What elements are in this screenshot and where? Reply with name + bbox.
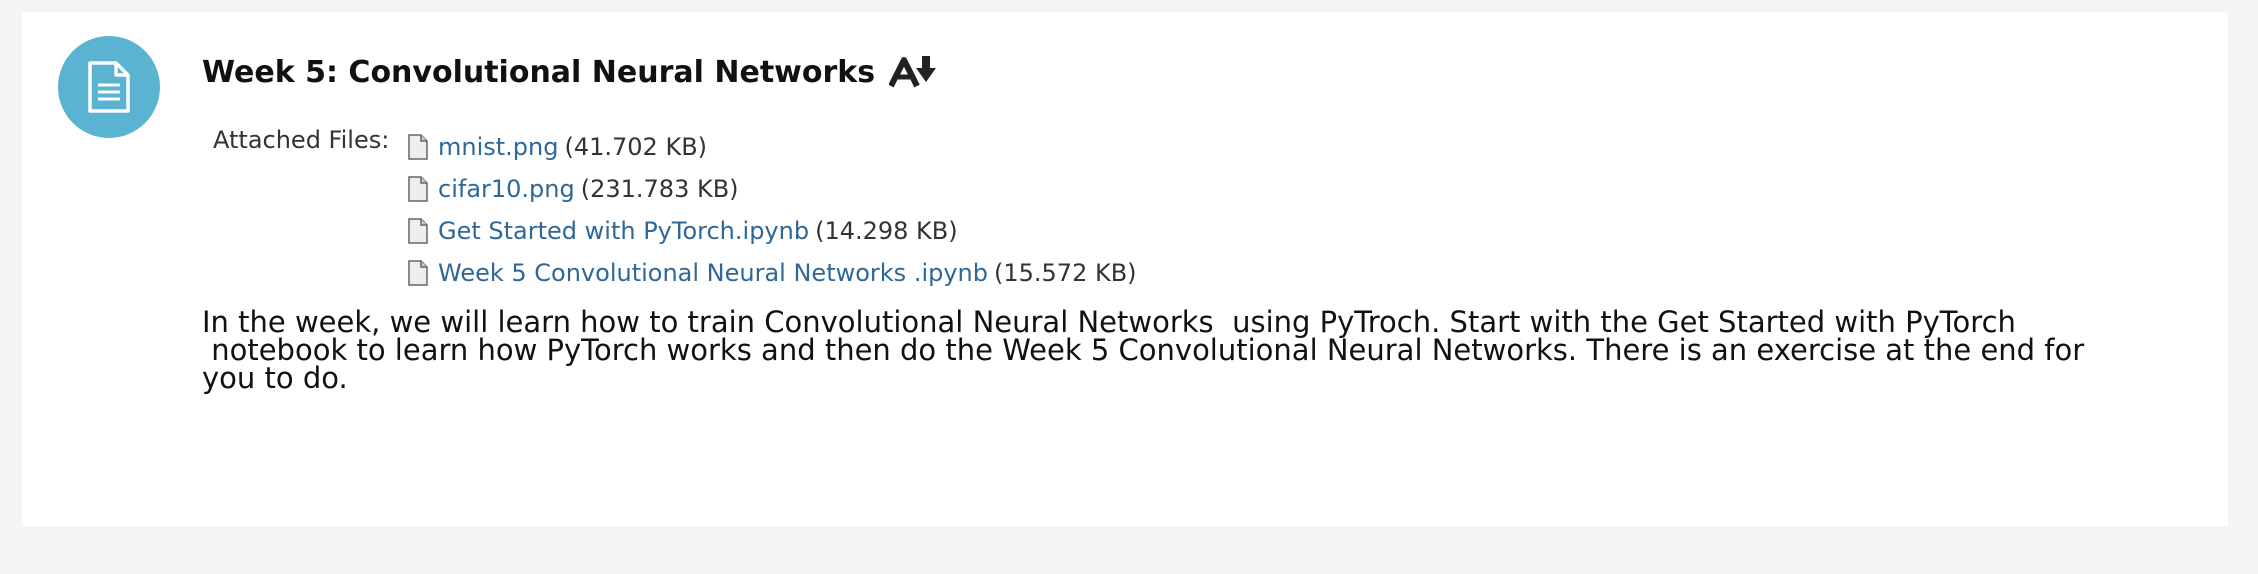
file-size: (41.702 KB) <box>564 133 708 161</box>
attached-file-item: Week 5 Convolutional Neural Networks .ip… <box>408 252 1137 294</box>
file-link-get-started[interactable]: Get Started with PyTorch.ipynb <box>438 217 809 245</box>
attached-files-label: Attached Files: <box>213 126 390 154</box>
content-item-card: Week 5: Convolutional Neural Networks At… <box>22 12 2228 526</box>
file-link-week5-notebook[interactable]: Week 5 Convolutional Neural Networks .ip… <box>438 259 988 287</box>
item-title-text: Week 5: Convolutional Neural Networks <box>202 54 876 90</box>
attached-file-item: cifar10.png (231.783 KB) <box>408 168 1137 210</box>
attached-file-item: mnist.png (41.702 KB) <box>408 126 1137 168</box>
attached-files-list: mnist.png (41.702 KB) cifar10.png (231.7… <box>408 126 1137 294</box>
file-icon <box>408 218 428 244</box>
file-icon <box>408 260 428 286</box>
file-size: (14.298 KB) <box>815 217 958 245</box>
page: Week 5: Convolutional Neural Networks At… <box>0 0 2258 574</box>
file-link-cifar10[interactable]: cifar10.png <box>438 175 575 203</box>
document-icon <box>58 36 160 138</box>
file-size: (231.783 KB) <box>580 175 739 203</box>
adaptive-release-icon[interactable] <box>889 54 939 90</box>
file-size: (15.572 KB) <box>994 259 1137 287</box>
attached-file-item: Get Started with PyTorch.ipynb (14.298 K… <box>408 210 1137 252</box>
file-icon <box>408 134 428 160</box>
item-description: In the week, we will learn how to train … <box>202 305 2085 395</box>
file-icon <box>408 176 428 202</box>
file-link-mnist[interactable]: mnist.png <box>438 133 558 161</box>
item-title: Week 5: Convolutional Neural Networks <box>202 54 939 90</box>
